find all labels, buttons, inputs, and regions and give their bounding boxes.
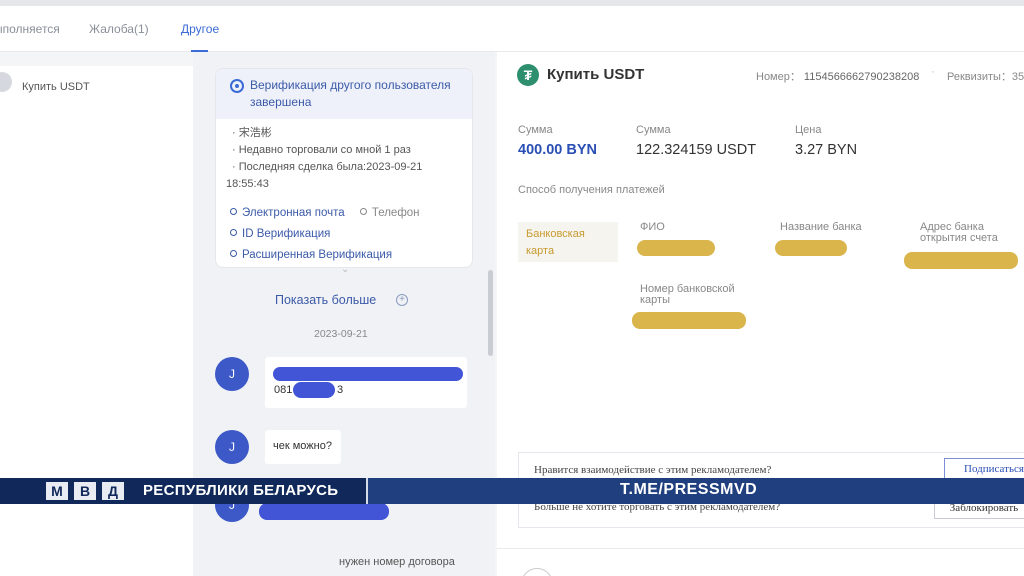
verification-details: · 宋浩彬 · Недавно торговали со мной 1 раз … (216, 119, 472, 193)
chat-date: 2023-09-21 (314, 328, 368, 340)
bank-name-label: Название банка (780, 221, 862, 233)
mvd-letter: В (74, 482, 96, 500)
separator: · (931, 66, 935, 78)
check-icon (230, 208, 237, 215)
tether-icon: ₮ (517, 64, 539, 86)
mvd-banner: М В Д РЕСПУБЛИКИ БЕЛАРУСЬ T.ME/PRESSMVD (0, 478, 1024, 504)
amount-crypto-label: Сумма (636, 124, 671, 136)
chat-message: нужен номер договора (339, 556, 455, 568)
extended-verification: Расширенная Верификация (230, 245, 420, 266)
trade-count: · Недавно торговали со мной 1 раз (232, 144, 411, 156)
order-list-panel (0, 112, 193, 576)
banner-text: РЕСПУБЛИКИ БЕЛАРУСЬ (143, 482, 339, 499)
verification-title: Верификация другого пользователя заверше… (250, 78, 451, 109)
last-trade: · Последняя сделка была:2023-09-21 (232, 161, 423, 173)
tab-bar: Выполняется Жалоба(1) Другое (0, 6, 1024, 52)
subscribe-button[interactable]: Подписаться (944, 458, 1024, 480)
check-icon (359, 208, 367, 215)
banner-channel: T.ME/PRESSMVD (620, 481, 758, 498)
verification-card: Верификация другого пользователя заверше… (215, 68, 473, 268)
counterparty-name: · 宋浩彬 (232, 127, 272, 139)
amount-crypto: 122.324159 USDT (636, 142, 757, 158)
mvd-letter: Д (102, 482, 124, 500)
chat-message: 081 3 (265, 357, 467, 408)
order-list-item[interactable]: Купить USDT (0, 66, 193, 112)
feedback-question-like: Нравится взаимодействие с этим рекламода… (534, 464, 772, 476)
order-title: Купить USDT (547, 66, 645, 83)
user-avatar (0, 72, 12, 92)
id-verification: ID Верификация (230, 224, 420, 245)
tab-complaint[interactable]: Жалоба(1) (89, 22, 149, 36)
mvd-letter: М (46, 482, 68, 500)
check-icon (230, 250, 237, 257)
redacted-blur (904, 252, 1018, 269)
banner-left: М В Д РЕСПУБЛИКИ БЕЛАРУСЬ (0, 478, 368, 504)
verification-header: Верификация другого пользователя заверше… (216, 69, 472, 119)
email-verification: Электронная почта (230, 207, 345, 219)
show-more-link[interactable]: Показать больше (275, 293, 376, 307)
payment-method-chip[interactable]: Банковская карта (518, 222, 618, 262)
amount-fiat: 400.00 BYN (518, 142, 597, 158)
price-value: 3.27 BYN (795, 142, 858, 158)
chat-message: чек можно? (265, 430, 341, 464)
chat-scrollbar[interactable] (488, 270, 493, 356)
chevron-down-icon[interactable]: ⌄ (341, 264, 349, 275)
full-name-label: ФИО (640, 221, 665, 233)
redacted-blur (293, 382, 335, 398)
phone-verification: Телефон (359, 207, 420, 219)
redacted-blur (273, 367, 463, 381)
redacted-blur (632, 312, 746, 329)
requisites-label: Реквизиты：35 (947, 71, 1024, 83)
redacted-blur (259, 503, 389, 520)
order-number: Номер： 1154566662790238208 (756, 71, 920, 83)
tab-other[interactable]: Другое (181, 22, 219, 36)
last-trade-time: 18:55:43 (226, 178, 269, 190)
order-list-item-label: Купить USDT (22, 81, 90, 93)
redacted-blur (775, 240, 847, 256)
verification-links: Электронная почта Телефон ID Верификация… (230, 203, 420, 266)
payment-method-label: Способ получения платежей (518, 184, 665, 196)
verified-icon (230, 79, 244, 93)
avatar: J (215, 430, 249, 464)
price-label: Цена (795, 124, 822, 136)
avatar: J (215, 357, 249, 391)
redacted-blur (637, 240, 715, 256)
bank-address-label: Адрес банка открытия счета (920, 221, 998, 244)
user-icon (521, 568, 553, 576)
card-number-label: Номер банковской карты (640, 283, 735, 306)
divider (497, 548, 1024, 549)
amount-label: Сумма (518, 124, 553, 136)
tab-in-progress[interactable]: Выполняется (0, 22, 60, 36)
check-icon (230, 229, 237, 236)
plus-circle-icon[interactable]: + (396, 294, 408, 306)
